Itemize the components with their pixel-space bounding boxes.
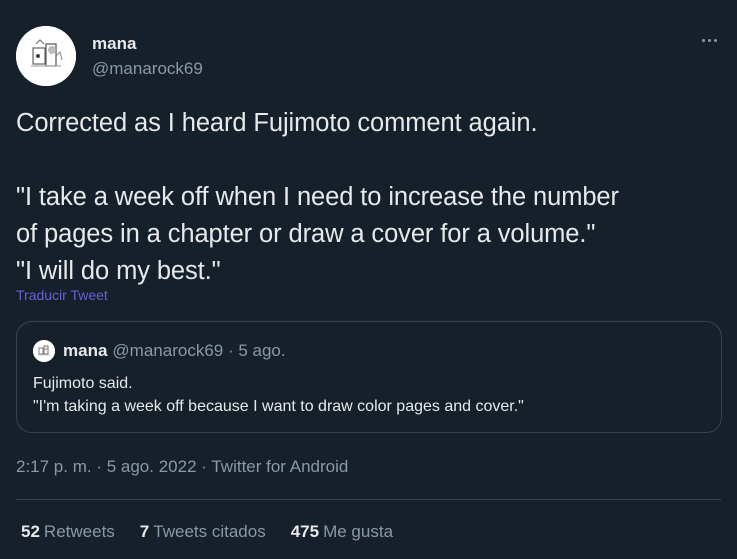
quote-tweets-stat[interactable]: 7 Tweets citados [140,522,266,542]
quoted-avatar [33,340,55,362]
more-icon-dot [707,38,711,42]
tweet-text-line: of pages in a chapter or draw a cover fo… [16,220,596,248]
more-icon[interactable] [697,28,721,52]
tweet-time[interactable]: 2:17 p. m. [16,457,92,476]
quoted-author-meta: @manarock69 · 5 ago. [112,341,286,360]
meta-separator: · [196,457,212,476]
more-icon-dot [713,38,717,42]
more-icon-dot [701,38,705,42]
likes-stat[interactable]: 475 Me gusta [291,522,393,542]
author-handle[interactable]: @manarock69 [92,59,203,79]
meta-separator: · [91,457,107,476]
quoted-tweet-header: mana @manarock69 · 5 ago. [33,340,286,362]
author-name[interactable]: mana [92,34,136,54]
tweet-header: mana @manarock69 [16,26,721,86]
divider [16,499,721,500]
quoted-text-line: Fujimoto said. [33,375,133,392]
retweets-count: 52 [21,522,40,541]
tweet-detail: mana @manarock69 Corrected as I heard Fu… [0,0,737,559]
tweet-stats: 52 Retweets 7 Tweets citados 475 Me gusta [21,522,393,542]
tweet-text-line: Corrected as I heard Fujimoto comment ag… [16,109,538,137]
translate-tweet-link[interactable]: Traducir Tweet [16,287,108,303]
tweet-timestamp: 2:17 p. m. · 5 ago. 2022 · Twitter for A… [16,457,348,477]
tweet-source[interactable]: Twitter for Android [211,457,348,476]
retweets-stat[interactable]: 52 Retweets [21,522,115,542]
quoted-text-line: "I'm taking a week off because I want to… [33,398,524,415]
tweet-date[interactable]: 5 ago. 2022 [107,457,197,476]
avatar[interactable] [16,26,76,86]
likes-label: Me gusta [323,522,394,541]
tweet-text: Corrected as I heard Fujimoto comment ag… [16,105,721,290]
quote-tweets-label: Tweets citados [153,522,266,541]
likes-count: 475 [290,522,320,541]
quoted-tweet[interactable]: mana @manarock69 · 5 ago. Fujimoto said.… [16,321,722,433]
retweets-label: Retweets [43,522,115,541]
tweet-text-line: "I will do my best." [16,257,221,285]
quote-tweets-count: 7 [139,522,150,541]
quoted-author-name: mana [63,341,108,360]
quoted-tweet-text: Fujimoto said. "I'm taking a week off be… [33,372,524,418]
tweet-text-line: "I take a week off when I need to increa… [16,183,619,211]
